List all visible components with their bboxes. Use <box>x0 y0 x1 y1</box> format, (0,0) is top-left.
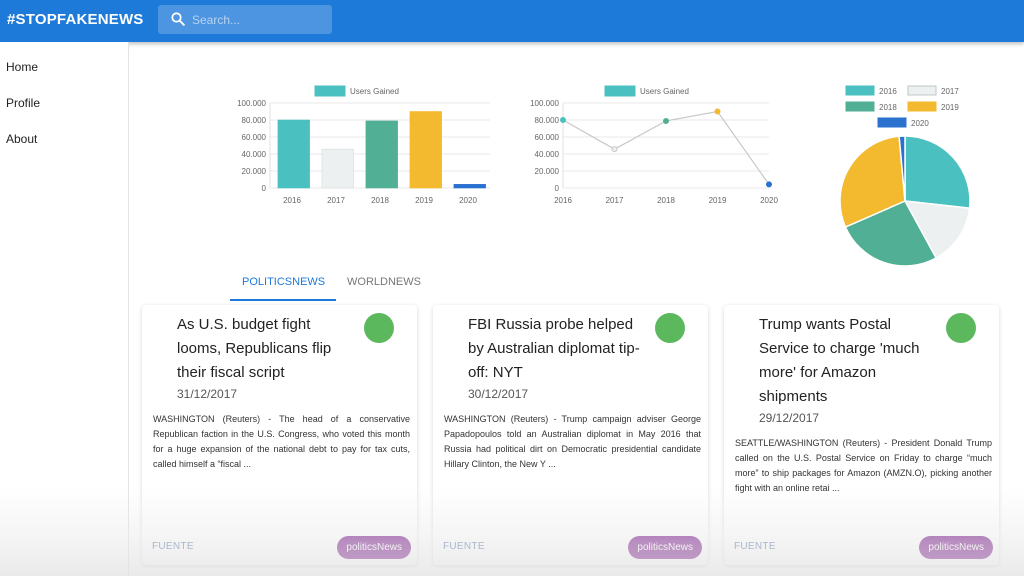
card-body: WASHINGTON (Reuters) - Trump campaign ad… <box>444 414 701 469</box>
x-tick-label: 2020 <box>760 196 778 205</box>
card-date: 30/12/2017 <box>468 387 529 401</box>
legend-swatch <box>907 101 937 112</box>
x-tick-label: 2018 <box>371 196 389 205</box>
legend-label: 2017 <box>941 87 959 96</box>
search-box[interactable] <box>158 5 332 34</box>
point-2017 <box>611 146 618 153</box>
source-link[interactable]: FUENTE <box>152 541 194 552</box>
y-tick-label: 80.000 <box>242 116 267 125</box>
y-tick-label: 60.000 <box>242 133 267 142</box>
y-tick-label: 20.000 <box>242 167 267 176</box>
card-date: 29/12/2017 <box>759 411 820 425</box>
bar-2017 <box>321 148 354 189</box>
point-2016 <box>560 117 566 123</box>
category-badge[interactable]: politicsNews <box>919 536 993 559</box>
legend-label: 2016 <box>879 87 897 96</box>
bar-2018 <box>365 120 398 189</box>
legend-label: 2020 <box>911 119 929 128</box>
slice-2016 <box>904 135 971 210</box>
y-tick-label: 60.000 <box>535 133 560 142</box>
y-tick-label: 80.000 <box>535 116 560 125</box>
legend-label: Users Gained <box>350 87 399 96</box>
card-title[interactable]: Trump wants Postal Service to charge 'mu… <box>759 313 931 409</box>
top-app-bar: #STOPFAKENEWS <box>0 0 1024 42</box>
legend-swatch <box>845 85 875 96</box>
sidebar: Home Profile About <box>0 42 129 576</box>
card-date: 31/12/2017 <box>177 387 238 401</box>
legend-swatch <box>314 85 346 97</box>
tab-worldnews[interactable]: WORLDNEWS <box>347 276 421 288</box>
legend-swatch <box>877 117 907 128</box>
legend-label: 2019 <box>941 103 959 112</box>
y-tick-label: 0 <box>262 184 267 193</box>
search-icon <box>171 12 185 26</box>
source-link[interactable]: FUENTE <box>734 541 776 552</box>
sidebar-item-about[interactable]: About <box>6 132 37 146</box>
category-badge[interactable]: politicsNews <box>337 536 411 559</box>
source-link[interactable]: FUENTE <box>443 541 485 552</box>
y-tick-label: 40.000 <box>535 150 560 159</box>
news-card: FBI Russia probe helped by Australian di… <box>433 305 708 565</box>
card-title[interactable]: As U.S. budget fight looms, Republicans … <box>177 313 349 385</box>
x-tick-label: 2019 <box>415 196 433 205</box>
avatar <box>364 313 394 343</box>
x-tick-label: 2017 <box>606 196 624 205</box>
active-tab-indicator <box>230 299 336 301</box>
x-tick-label: 2016 <box>554 196 572 205</box>
y-tick-label: 20.000 <box>535 167 560 176</box>
sidebar-item-profile[interactable]: Profile <box>6 96 40 110</box>
bar-2019 <box>409 111 442 189</box>
legend-swatch <box>604 85 636 97</box>
users-gained-bar-chart: Users Gained 0 20.000 40.000 60.000 80.000 100… <box>237 85 490 205</box>
y-tick-label: 100.000 <box>237 99 266 108</box>
brand-title[interactable]: #STOPFAKENEWS <box>7 11 144 28</box>
point-2020 <box>766 181 772 188</box>
search-input[interactable] <box>192 9 324 30</box>
y-tick-label: 40.000 <box>242 150 267 159</box>
x-tick-label: 2019 <box>709 196 727 205</box>
bar-2020 <box>453 184 486 189</box>
bar-2016 <box>277 119 310 189</box>
news-card: Trump wants Postal Service to charge 'mu… <box>724 305 999 565</box>
tab-politicsnews[interactable]: POLITICSNEWS <box>242 276 325 288</box>
avatar <box>655 313 685 343</box>
point-2018 <box>663 117 669 124</box>
card-body: SEATTLE/WASHINGTON (Reuters) - President… <box>735 438 992 493</box>
card-title[interactable]: FBI Russia probe helped by Australian di… <box>468 313 640 385</box>
y-tick-label: 100.000 <box>530 99 559 108</box>
y-tick-label: 0 <box>555 184 560 193</box>
x-tick-label: 2017 <box>327 196 345 205</box>
sidebar-item-home[interactable]: Home <box>6 60 38 74</box>
avatar <box>946 313 976 343</box>
news-tabs: POLITICSNEWS WORLDNEWS <box>230 270 430 302</box>
card-body: WASHINGTON (Reuters) - The head of a con… <box>153 414 410 469</box>
users-by-year-pie-chart: 2016 2017 2018 2019 2020 <box>839 85 971 267</box>
users-gained-line-chart: Users Gained 0 20.000 40.000 60.000 80.000 100… <box>530 85 778 205</box>
x-tick-label: 2016 <box>283 196 301 205</box>
x-tick-label: 2018 <box>657 196 675 205</box>
legend-swatch <box>845 101 875 112</box>
legend-label: 2018 <box>879 103 897 112</box>
legend-swatch <box>907 85 937 96</box>
legend-label: Users Gained <box>640 87 689 96</box>
point-2019 <box>714 108 721 115</box>
x-tick-label: 2020 <box>459 196 477 205</box>
category-badge[interactable]: politicsNews <box>628 536 702 559</box>
news-card: As U.S. budget fight looms, Republicans … <box>142 305 417 565</box>
